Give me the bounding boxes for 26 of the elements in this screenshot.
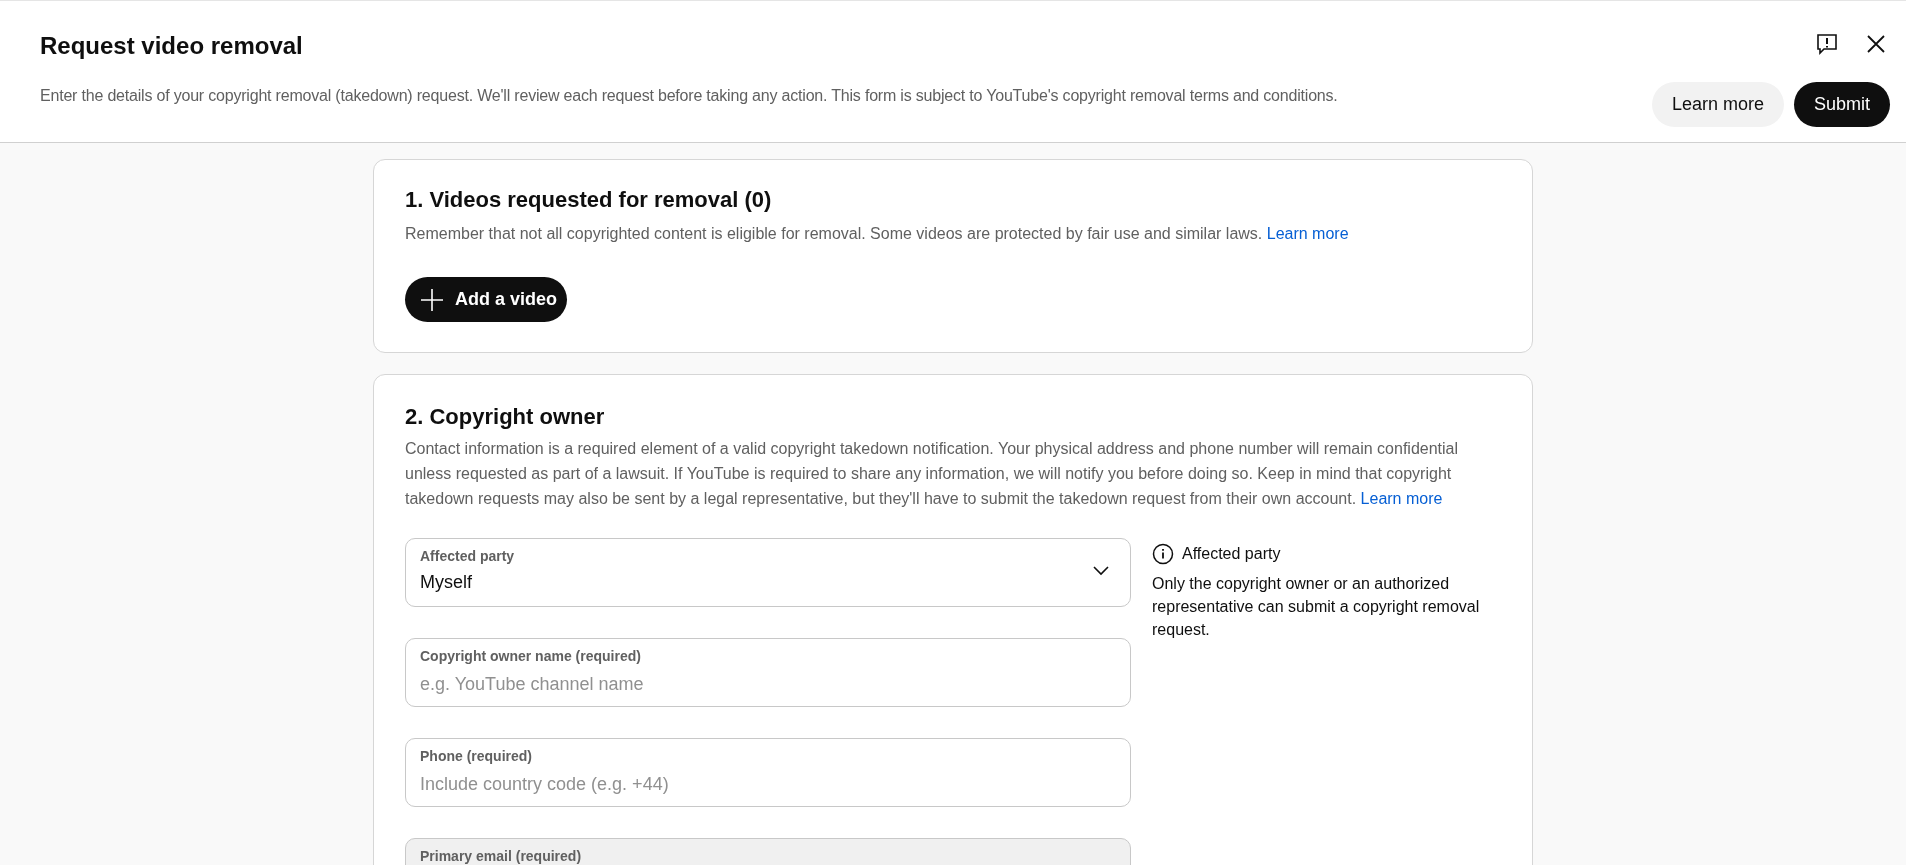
close-icon[interactable] [1866,34,1886,54]
plus-icon [421,288,443,311]
dialog-title: Request video removal [40,31,303,61]
learn-more-link[interactable]: Learn more [1266,225,1349,242]
dropdown-field[interactable]: Affected party Myself [405,538,1131,607]
field-label: Copyright owner name (required) [420,647,641,665]
learn-more-link[interactable]: Learn more [1360,490,1443,507]
description-text: Enter the details of your copyright removal (takedown) request. We'll review each request before taking any action. This form is subject to YouTube's copyright removal terms and conditions. [40,86,1338,106]
chevron-down-icon [1092,565,1110,577]
submit-button[interactable]: Submit [1793,82,1890,127]
text-field[interactable]: Copyright owner name (required) e.g. YouTube channel name [405,638,1131,707]
learn-more-button[interactable]: Learn more [1651,82,1784,127]
section-title: 2. Copyright owner [405,403,606,431]
section-title: 1. Videos requested for removal (0) [405,186,773,214]
add-video-button[interactable]: Add a video [405,277,567,322]
info-title: Affected party [1182,544,1281,564]
info-text: Only the copyright owner or an authorized representative can submit a copyright removal request. [1152,574,1481,640]
info-icon [1152,543,1174,565]
text-field[interactable]: Phone (required) Include country code (e.g. +44) [405,738,1131,807]
feedback-icon[interactable] [1815,32,1839,56]
section-text: Remember that not all copyrighted content is eligible for removal. Some videos are protected by fair use and similar laws. Learn more [405,224,1350,244]
input-field[interactable]: e.g. YouTube channel name [420,671,1116,697]
section-text: Contact information is a required element of a valid copyright takedown notification. Your physical address and phone number will remain confidential unless requested as part of a lawsuit. If YouTube is required to share any information, we will notify you before doing so. Keep in mind that copyright takedown requests may also be sent by a legal representative, but they'll have to submit the takedown request from their own account. Learn more [405,439,1460,509]
field-label: Phone (required) [420,747,532,765]
field-label: Primary email (required) [420,847,582,865]
input-field[interactable]: Include country code (e.g. +44) [420,771,1116,797]
